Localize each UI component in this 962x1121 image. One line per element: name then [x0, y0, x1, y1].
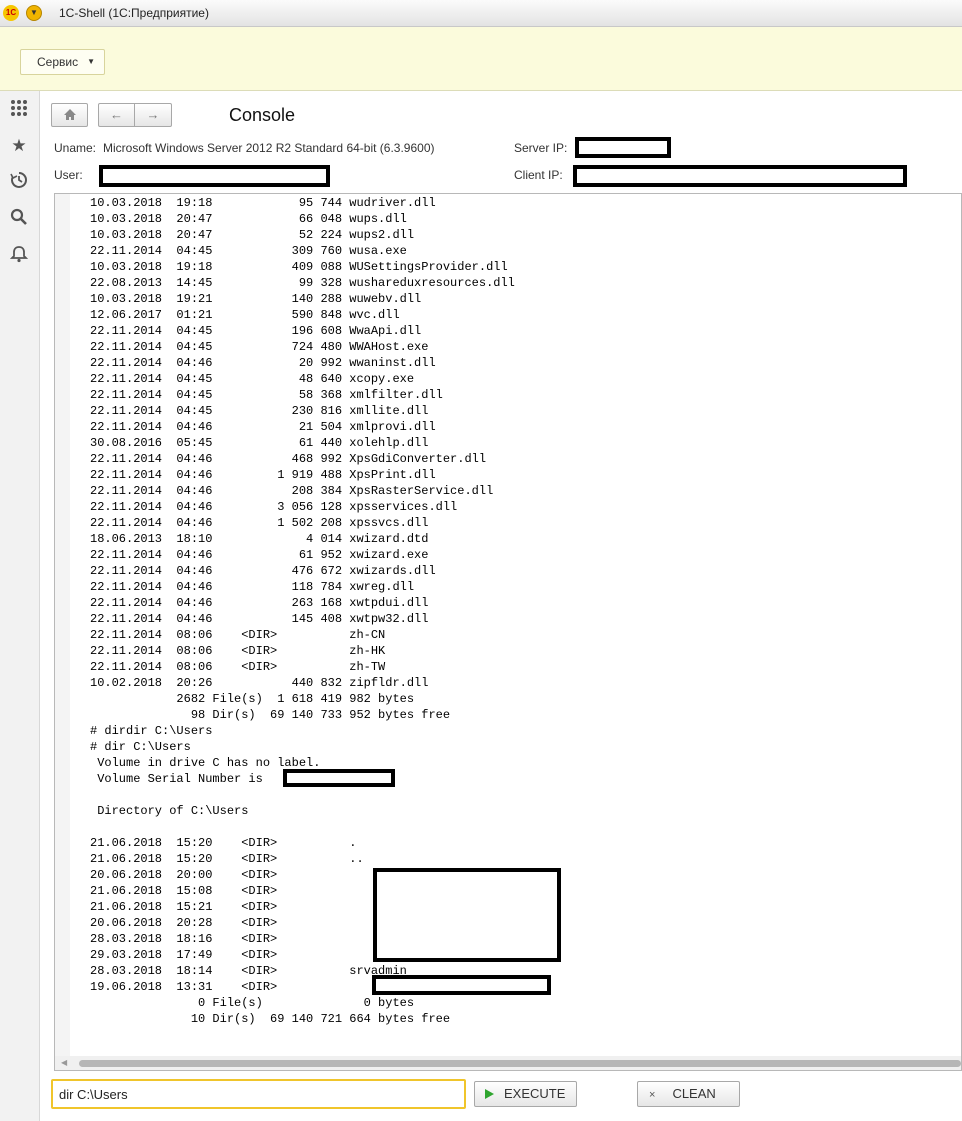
console-line: 10.03.2018 20:47 66 048 wups.dll: [90, 212, 407, 226]
command-input[interactable]: [51, 1079, 466, 1109]
client-ip-redaction: [573, 165, 907, 187]
console-line: 22.11.2014 04:46 3 056 128 xpsservices.d…: [90, 500, 458, 514]
server-ip-redaction: [575, 137, 671, 158]
console-line: 0 File(s) 0 bytes: [90, 996, 415, 1010]
clean-button[interactable]: × CLEAN: [637, 1081, 740, 1107]
apps-grid-icon[interactable]: [8, 99, 30, 121]
console-line: 22.08.2013 14:45 99 328 wushareduxresour…: [90, 276, 515, 290]
console-line: 10.03.2018 19:18 95 744 wudriver.dll: [90, 196, 436, 210]
back-button[interactable]: ←: [98, 103, 135, 127]
console-line: 21.06.2018 15:20 <DIR> ..: [90, 852, 364, 866]
console-line: 22.11.2014 04:46 118 784 xwreg.dll: [90, 580, 415, 594]
console-line: 22.11.2014 04:46 263 168 xwtpdui.dll: [90, 596, 429, 610]
console-line: 22.11.2014 08:06 <DIR> zh-TW: [90, 660, 386, 674]
user-label: User:: [54, 168, 83, 182]
service-menu-label: Сервис: [37, 55, 79, 69]
console-line: 21.06.2018 15:20 <DIR> .: [90, 836, 357, 850]
console-line: 19.06.2018 13:31 <DIR>: [90, 980, 278, 994]
search-icon[interactable]: [8, 208, 30, 230]
console-line: 21.06.2018 15:08 <DIR>: [90, 884, 278, 898]
console-line: 22.11.2014 04:46 21 504 xmlprovi.dll: [90, 420, 436, 434]
arrow-left-icon: ←: [110, 107, 123, 122]
forward-button[interactable]: →: [134, 103, 172, 127]
console-line: 10.02.2018 20:26 440 832 zipfldr.dll: [90, 676, 429, 690]
page-title: Console: [229, 105, 296, 125]
serial-number-redaction: [283, 769, 395, 787]
console-line: 12.06.2017 01:21 590 848 wvc.dll: [90, 308, 400, 322]
clean-label: CLEAN: [672, 1086, 716, 1101]
console-line: 22.11.2014 04:46 145 408 xwtpw32.dll: [90, 612, 429, 626]
server-ip-label: Server IP:: [514, 141, 568, 155]
console-line: 22.11.2014 08:06 <DIR> zh-HK: [90, 644, 386, 658]
scrollbar-thumb[interactable]: [79, 1060, 961, 1067]
execute-button[interactable]: EXECUTE: [474, 1081, 577, 1107]
window-title: 1C-Shell (1С:Предприятие): [59, 6, 209, 20]
horizontal-scrollbar[interactable]: ◀: [55, 1056, 961, 1070]
console-gutter: [55, 194, 70, 1057]
console-line: 22.11.2014 04:46 20 992 wwaninst.dll: [90, 356, 436, 370]
console-line: 22.11.2014 04:46 468 992 XpsGdiConverter…: [90, 452, 487, 466]
console-line: Volume Serial Number is: [90, 772, 263, 786]
uname-label: Uname:: [54, 141, 97, 155]
bell-icon[interactable]: [8, 245, 30, 267]
console-line: 98 Dir(s) 69 140 733 952 bytes free: [90, 708, 451, 722]
console-line: 22.11.2014 04:46 208 384 XpsRasterServic…: [90, 484, 494, 498]
console-line: 22.11.2014 08:06 <DIR> zh-CN: [90, 628, 386, 642]
console-line: 18.06.2013 18:10 4 014 xwizard.dtd: [90, 532, 429, 546]
history-icon[interactable]: [8, 171, 30, 193]
section-panel: Сервис ▼: [0, 27, 962, 91]
uname-value: Microsoft Windows Server 2012 R2 Standar…: [103, 141, 435, 155]
console-line: 22.11.2014 04:46 476 672 xwizards.dll: [90, 564, 436, 578]
console-line: 22.11.2014 04:46 1 502 208 xpssvcs.dll: [90, 516, 429, 530]
left-sidebar: ★: [0, 91, 40, 1121]
console-line: 10.03.2018 19:18 409 088 WUSettingsProvi…: [90, 260, 508, 274]
service-menu-button[interactable]: Сервис ▼: [20, 49, 105, 75]
console-line: 20.06.2018 20:00 <DIR>: [90, 868, 278, 882]
app-logo: 1С: [3, 5, 19, 21]
home-button[interactable]: [51, 103, 88, 127]
close-icon: ×: [649, 1089, 656, 1101]
execute-label: EXECUTE: [504, 1086, 566, 1101]
user-folders-redaction: [373, 868, 561, 962]
console-line: # dir C:\Users: [90, 740, 191, 754]
console-line: 28.03.2018 18:14 <DIR> srvadmin: [90, 964, 407, 978]
console-line: 22.11.2014 04:45 58 368 xmlfilter.dll: [90, 388, 443, 402]
client-ip-label: Client IP:: [514, 168, 563, 182]
console-line: 10.03.2018 20:47 52 224 wups2.dll: [90, 228, 415, 242]
scroll-left-icon[interactable]: ◀: [61, 1058, 67, 1067]
console-line: 22.11.2014 04:45 196 608 WwaApi.dll: [90, 324, 422, 338]
home-icon: [63, 109, 76, 120]
console-line: 22.11.2014 04:45 309 760 wusa.exe: [90, 244, 407, 258]
console-line: Volume in drive C has no label.: [90, 756, 321, 770]
console-line: # dirdir C:\Users: [90, 724, 213, 738]
console-line: 22.11.2014 04:46 61 952 xwizard.exe: [90, 548, 429, 562]
user-folder-redaction: [372, 975, 551, 995]
console-line: 30.08.2016 05:45 61 440 xolehlp.dll: [90, 436, 429, 450]
console-line: Directory of C:\Users: [90, 804, 249, 818]
console-line: 22.11.2014 04:45 724 480 WWAHost.exe: [90, 340, 429, 354]
user-redaction: [99, 165, 330, 187]
play-icon: [485, 1089, 494, 1099]
console-line: 21.06.2018 15:21 <DIR>: [90, 900, 278, 914]
dropdown-caret-icon: ▼: [87, 57, 95, 66]
console-output[interactable]: 10.03.2018 19:18 95 744 wudriver.dll 10.…: [54, 193, 962, 1071]
window-titlebar: 1С ▼ 1C-Shell (1С:Предприятие): [0, 0, 962, 27]
console-line: 29.03.2018 17:49 <DIR>: [90, 948, 278, 962]
console-line: 22.11.2014 04:45 48 640 xcopy.exe: [90, 372, 415, 386]
console-line: 20.06.2018 20:28 <DIR>: [90, 916, 278, 930]
app-menu-button[interactable]: ▼: [26, 5, 42, 21]
console-line: 22.11.2014 04:45 230 816 xmllite.dll: [90, 404, 429, 418]
console-line: 22.11.2014 04:46 1 919 488 XpsPrint.dll: [90, 468, 436, 482]
console-line: 10.03.2018 19:21 140 288 wuwebv.dll: [90, 292, 422, 306]
star-icon[interactable]: ★: [8, 135, 30, 157]
arrow-right-icon: →: [146, 107, 160, 122]
console-line: 10 Dir(s) 69 140 721 664 bytes free: [90, 1012, 451, 1026]
console-line: 2682 File(s) 1 618 419 982 bytes: [90, 692, 415, 706]
console-line: 28.03.2018 18:16 <DIR>: [90, 932, 278, 946]
